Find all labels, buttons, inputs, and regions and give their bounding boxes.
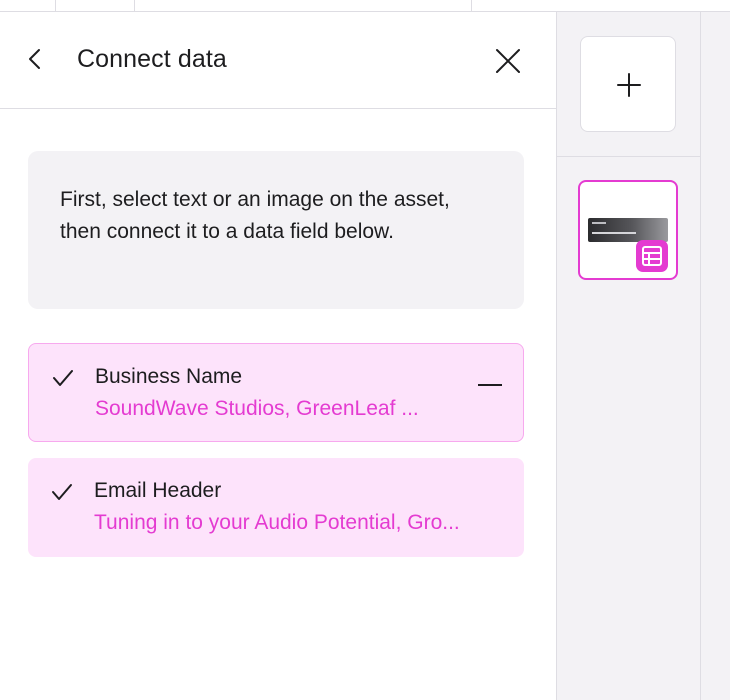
table-icon [642,246,662,266]
close-button[interactable] [494,47,522,75]
close-icon [496,49,520,73]
chevron-left-icon [29,49,40,69]
asset-preview [588,218,668,242]
field-values: Tuning in to your Audio Potential, Gro..… [94,511,460,534]
data-field-business-name[interactable]: Business Name SoundWave Studios, GreenLe… [28,343,524,442]
toolbar-divider [55,0,56,12]
minus-icon [478,384,502,386]
field-values: SoundWave Studios, GreenLeaf ... [95,397,419,420]
check-icon [53,370,73,386]
toolbar-divider [134,0,135,12]
connect-data-panel: Connect data First, select text or an im… [0,12,557,700]
panel-header: Connect data [0,12,556,109]
rail-top-section [557,12,701,157]
back-button[interactable] [22,46,48,72]
data-field-email-header[interactable]: Email Header Tuning in to your Audio Pot… [28,458,524,557]
top-toolbar-strip [0,0,730,12]
asset-rail [557,12,701,700]
asset-thumbnail[interactable] [578,180,678,280]
instruction-box: First, select text or an image on the as… [28,151,524,309]
field-name: Email Header [94,479,222,502]
field-name: Business Name [95,365,243,388]
toolbar-divider [471,0,472,12]
right-edge-panel [701,12,730,700]
instruction-text: First, select text or an image on the as… [60,188,450,243]
data-badge [636,240,668,272]
plus-icon [617,73,641,97]
panel-title: Connect data [77,45,227,73]
disconnect-button[interactable] [478,374,502,386]
add-asset-button[interactable] [580,36,676,132]
check-icon [52,484,72,500]
